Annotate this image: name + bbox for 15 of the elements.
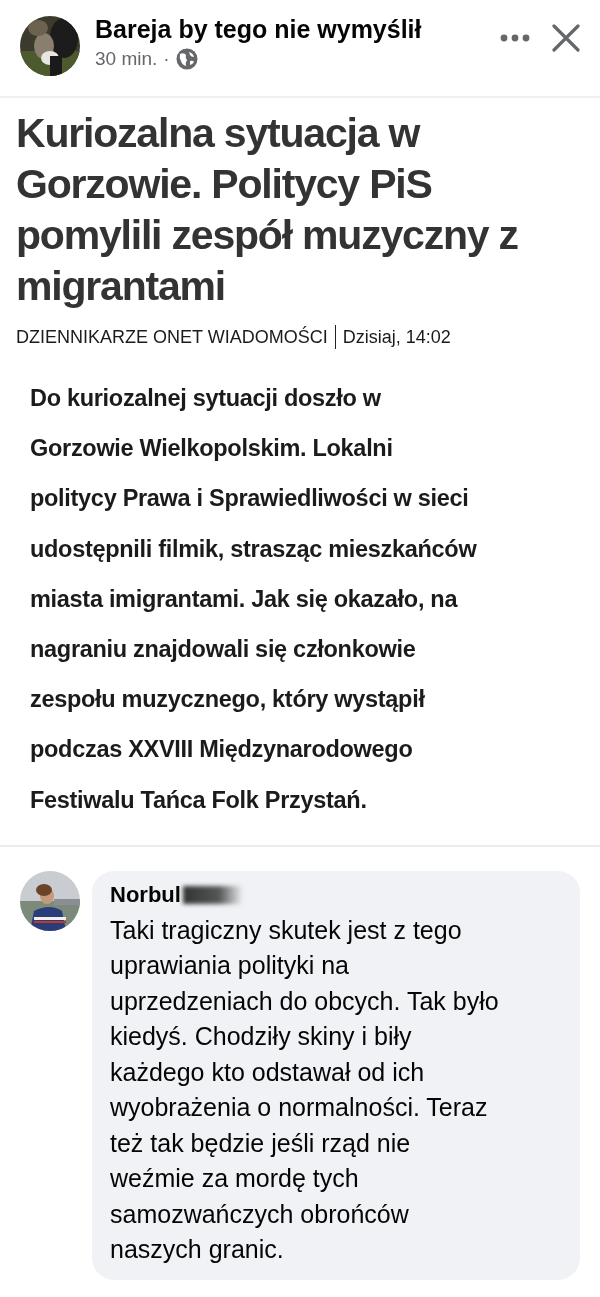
separator-dot: · bbox=[163, 48, 170, 70]
post-time[interactable]: 30 min. bbox=[95, 48, 158, 70]
blurred-name bbox=[182, 885, 243, 904]
globe-icon bbox=[175, 48, 198, 70]
article-headline: Kuriozalna sytuacja w Gorzowie. Politycy PiS pomylili zespół muzyczny z migrantami bbox=[16, 109, 519, 311]
page-name[interactable]: Bareja by tego nie wymyślił bbox=[95, 14, 500, 44]
article-lead: Do kuriozalnej sytuacji doszło w Gorzowie Wielkopolskim. Lokalni politycy Prawa i Sprawiedliwości w sieci udostępnili filmik, strasząc mieszkańców miasta imigrantami. Jak się okazało, na nagraniu znajdowali się członkowie zespołu muzycznego, który wystąpił podczas XXVIII Międzynarodowego Festiwalu Tańca Folk Przystań. bbox=[29, 384, 478, 815]
more-icon bbox=[500, 34, 530, 42]
article-source: DZIENNIKARZE ONET WIADOMOŚCI bbox=[16, 325, 336, 349]
article-date: Dzisiaj, 14:02 bbox=[341, 326, 451, 349]
comment-text: Taki tragiczny skutek jest z tego uprawiania polityki na uprzedzeniach do obcych. Tak było kiedyś. Chodziły skiny i biły każdego kto odstawał od ich wyobrażenia o normalności. Teraz też tak będzie jeśli rząd nie weźmie za mordę tych samozwańczych obrońców naszych granic. bbox=[110, 914, 500, 1266]
commenter-name[interactable]: Norbul bbox=[110, 880, 181, 909]
close-button[interactable] bbox=[552, 24, 580, 52]
close-icon bbox=[552, 24, 580, 52]
more-button[interactable] bbox=[500, 34, 530, 42]
